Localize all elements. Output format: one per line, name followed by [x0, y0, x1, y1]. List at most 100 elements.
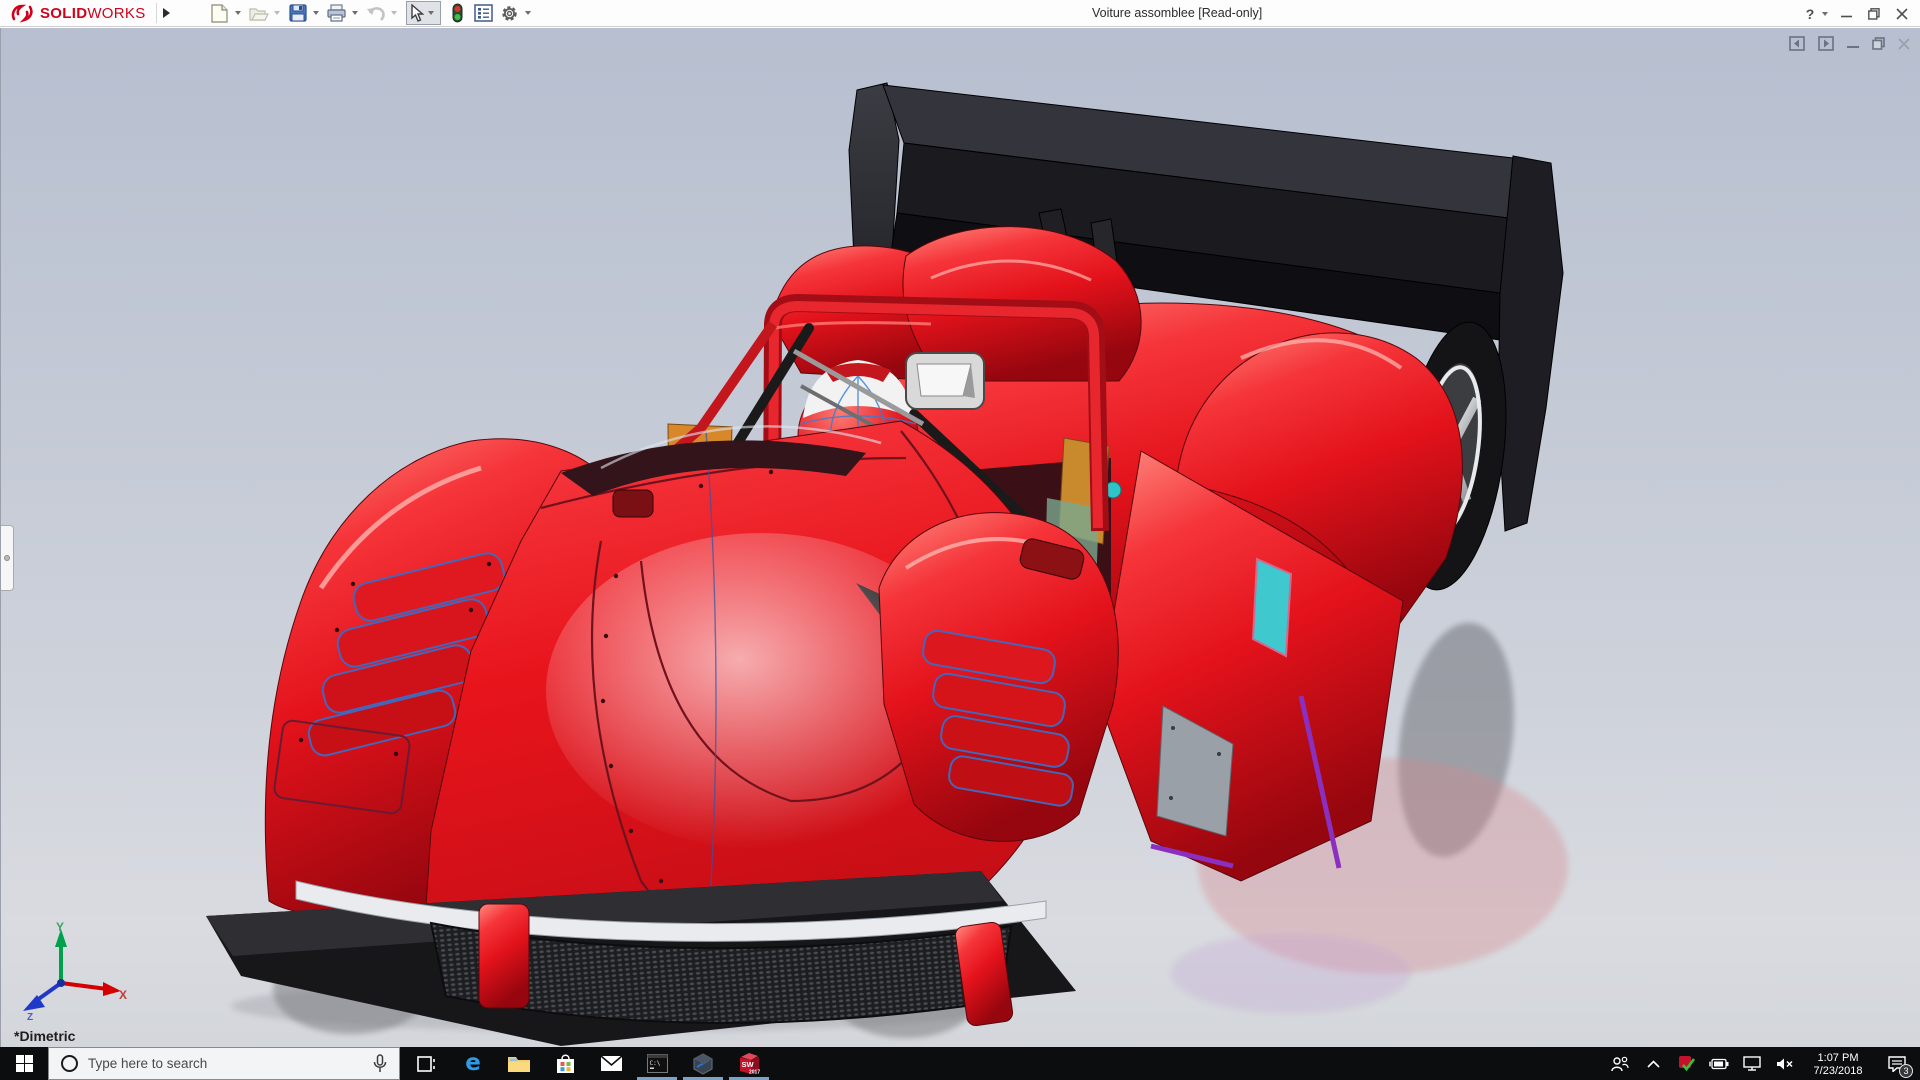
next-window-icon [1818, 36, 1834, 51]
nose-pillar [479, 904, 529, 1008]
microphone-icon[interactable] [373, 1054, 387, 1073]
solidworks-tray-icon[interactable] [1673, 1047, 1699, 1080]
notification-badge: 3 [1899, 1064, 1913, 1078]
store-button[interactable] [542, 1047, 588, 1080]
new-document-icon [211, 4, 228, 23]
clock-date: 7/23/2018 [1805, 1065, 1871, 1078]
dropdown-caret-icon[interactable] [235, 11, 241, 15]
previous-window-icon [1789, 36, 1805, 51]
dropdown-caret-icon[interactable] [428, 11, 434, 15]
dropdown-caret-icon[interactable] [313, 11, 319, 15]
file-explorer-button[interactable] [496, 1047, 542, 1080]
save-button[interactable] [286, 1, 310, 25]
select-tool-button[interactable] [406, 1, 441, 25]
chevron-up-icon[interactable] [1640, 1047, 1666, 1080]
system-tray: 1:07 PM 7/23/2018 3 [1607, 1047, 1920, 1080]
undo-icon [366, 5, 386, 21]
taskbar-search[interactable] [48, 1047, 400, 1080]
select-cursor-icon [409, 4, 424, 22]
dropdown-caret-icon[interactable] [1822, 12, 1828, 16]
close-icon [1896, 8, 1908, 20]
next-window-button[interactable] [1818, 36, 1834, 51]
titlebar: SOLIDWORKS [0, 0, 1920, 27]
windows-taskbar: e C: [0, 1047, 1920, 1080]
mail-button[interactable] [588, 1047, 634, 1080]
new-document-button[interactable] [208, 1, 232, 25]
side-mirror-left [613, 490, 653, 517]
dassault-systemes-logo [10, 3, 36, 23]
print-button[interactable] [325, 1, 349, 25]
model-canvas-race-car[interactable] [1, 28, 1920, 1047]
close-child-button[interactable] [1898, 38, 1910, 50]
file-explorer-icon [507, 1054, 531, 1073]
windows-logo-icon [16, 1055, 33, 1072]
open-icon [249, 5, 269, 22]
action-center-button[interactable]: 3 [1878, 1047, 1916, 1080]
open-button[interactable] [247, 1, 271, 25]
document-window-controls [1789, 36, 1910, 51]
dropdown-caret-icon[interactable] [391, 11, 397, 15]
sw-letters: SW [741, 1060, 754, 1069]
minimize-icon [1841, 8, 1852, 19]
start-button[interactable] [0, 1047, 48, 1080]
solidworks-2017-button[interactable]: SW 2017 [726, 1047, 772, 1080]
solidworks-brand: SOLIDWORKS [0, 0, 146, 26]
graphics-area[interactable]: Y X Z *Dimetric [0, 28, 1920, 1047]
close-icon [1898, 38, 1910, 50]
options-button[interactable] [498, 1, 522, 25]
print-icon [327, 4, 346, 22]
side-window-teal [1253, 559, 1291, 656]
dropdown-caret-icon[interactable] [525, 11, 531, 15]
command-prompt-icon: C:\ [647, 1054, 668, 1073]
center-mirror-housing [906, 353, 984, 409]
previous-window-button[interactable] [1789, 36, 1805, 51]
window-title: Voiture assomblee [Read-only] [1092, 0, 1262, 27]
quick-access-toolbar [208, 0, 535, 26]
command-prompt-button[interactable]: C:\ [634, 1047, 680, 1080]
display-settings-button[interactable] [472, 1, 496, 25]
task-view-button[interactable] [404, 1047, 450, 1080]
cortana-icon [61, 1055, 78, 1072]
mail-icon [600, 1055, 623, 1072]
traffic-light-icon [452, 3, 463, 23]
solidworks-2017-icon: SW 2017 [737, 1052, 762, 1076]
triad-z-label: Z [27, 1012, 33, 1021]
gear-icon [500, 4, 519, 23]
save-icon [289, 4, 307, 22]
taskbar-clock[interactable]: 1:07 PM 7/23/2018 [1805, 1049, 1871, 1078]
edge-button[interactable]: e [450, 1047, 496, 1080]
reference-triad: Y X Z [9, 921, 129, 1021]
restore-button[interactable] [1860, 0, 1888, 27]
list-pane-icon [474, 4, 493, 22]
clock-time: 1:07 PM [1805, 1052, 1871, 1065]
people-icon[interactable] [1607, 1047, 1633, 1080]
restore-icon [1872, 37, 1885, 50]
task-view-icon [417, 1055, 437, 1073]
store-icon [555, 1053, 576, 1074]
undo-button[interactable] [364, 1, 388, 25]
network-icon[interactable] [1739, 1047, 1765, 1080]
triad-x-label: X [119, 988, 127, 1002]
restore-icon [1868, 8, 1880, 20]
hexagon-3d-icon [692, 1053, 714, 1075]
dropdown-caret-icon[interactable] [274, 11, 280, 15]
close-button[interactable] [1888, 0, 1916, 27]
help-button[interactable]: ? [1799, 0, 1821, 27]
brand-text: SOLIDWORKS [40, 5, 146, 22]
search-input[interactable] [88, 1056, 363, 1071]
cmd-label: C:\ [649, 1060, 660, 1067]
taskbar-apps: e C: [404, 1047, 772, 1080]
volume-muted-icon[interactable] [1772, 1047, 1798, 1080]
toolbar-flyout-arrow-icon[interactable] [163, 8, 170, 18]
rebuild-button[interactable] [446, 1, 470, 25]
panel-splitter-handle[interactable] [1, 525, 14, 591]
minimize-button[interactable] [1832, 0, 1860, 27]
sw-year: 2017 [749, 1069, 760, 1075]
dropdown-caret-icon[interactable] [352, 11, 358, 15]
restore-child-button[interactable] [1872, 37, 1885, 50]
minimize-child-button[interactable] [1847, 38, 1859, 50]
battery-icon[interactable] [1706, 1047, 1732, 1080]
edge-icon: e [465, 1052, 481, 1075]
window-controls: ? [1799, 0, 1916, 27]
3d-viewer-app-button[interactable] [680, 1047, 726, 1080]
